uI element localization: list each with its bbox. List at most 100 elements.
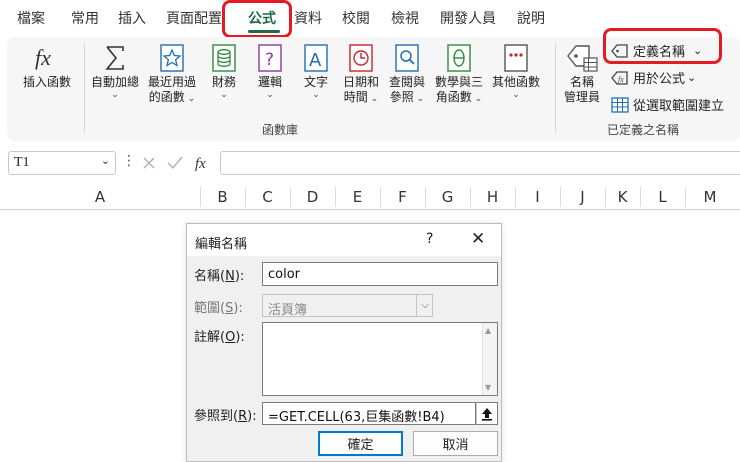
column-header-k[interactable]: K — [605, 184, 640, 210]
chevron-down-icon: ⌄ — [367, 94, 379, 104]
svg-text:?: ? — [265, 50, 274, 70]
use-in-formula-button[interactable]: fx 用於公式 ⌄ — [611, 68, 696, 87]
chevron-down-icon: ⌄ — [312, 90, 320, 100]
name-field-label: 名稱(N): — [194, 269, 245, 284]
chevron-down-icon: ⌄ — [184, 94, 196, 104]
dialog-title: 編輯名稱 — [195, 237, 248, 252]
comment-textarea[interactable]: ▲ ▼ — [262, 322, 498, 396]
lookup-reference-button[interactable]: 查閱與 參照 ⌄ — [385, 41, 429, 105]
svg-text:fx: fx — [618, 75, 624, 84]
highlight-box-define-name — [603, 28, 722, 64]
use-in-formula-label: 用於公式 — [633, 72, 686, 87]
help-icon[interactable]: ? — [426, 231, 433, 247]
dialog-titlebar[interactable]: 編輯名稱 ? ✕ — [187, 224, 501, 256]
formula-input[interactable] — [220, 151, 740, 175]
column-header-b[interactable]: B — [200, 184, 245, 210]
name-box-value: T1 — [14, 155, 30, 170]
theta-icon — [446, 41, 472, 75]
financial-button[interactable]: 財務 ⌄ — [205, 41, 243, 100]
chevron-down-icon: ⌄ — [413, 94, 425, 104]
tab-data[interactable]: 資料 — [294, 8, 322, 28]
create-from-selection-button[interactable]: 從選取範圍建立 — [611, 95, 724, 114]
date-time-label-2: 時間 ⌄ — [343, 90, 379, 104]
logical-button[interactable]: ? 邏輯 ⌄ — [251, 41, 289, 100]
math-trig-label-1: 數學與三 — [434, 75, 483, 89]
fx-tag-icon: fx — [611, 70, 628, 85]
chevron-down-icon[interactable]: ⌵ — [416, 295, 433, 316]
more-options-icon[interactable]: ⋮ — [122, 153, 136, 169]
column-header-a[interactable]: A — [0, 184, 200, 210]
column-header-h[interactable]: H — [470, 184, 515, 210]
check-icon[interactable] — [167, 156, 183, 170]
name-manager-label-1: 名稱 — [569, 75, 594, 89]
cancel-icon[interactable] — [142, 156, 156, 170]
refers-to-label: 參照到(R): — [194, 409, 257, 424]
column-header-j[interactable]: J — [560, 184, 605, 210]
more-functions-button[interactable]: 其他函數 ⌄ — [487, 41, 545, 100]
logical-label: 邏輯 — [257, 75, 282, 89]
tab-view[interactable]: 檢視 — [391, 8, 419, 28]
tab-review[interactable]: 校閱 — [342, 8, 370, 28]
highlight-box-formulas-tab — [222, 0, 292, 38]
tag-table-icon — [565, 41, 599, 75]
lookup-reference-label-1: 查閱與 — [388, 75, 425, 89]
sigma-icon — [100, 41, 130, 75]
tab-file[interactable]: 檔案 — [17, 8, 45, 28]
fx-icon: fx — [32, 41, 62, 75]
scroll-up-icon[interactable]: ▲ — [485, 326, 491, 335]
upload-arrow-icon — [482, 407, 492, 421]
star-icon — [159, 41, 185, 75]
function-library-group-label: 函數庫 — [262, 123, 299, 137]
column-header-e[interactable]: E — [335, 184, 380, 210]
column-header-g[interactable]: G — [425, 184, 470, 210]
clock-icon — [348, 41, 374, 75]
column-header-row: A B C D E F G H I J K L M — [0, 184, 740, 210]
column-header-f[interactable]: F — [380, 184, 425, 210]
close-icon[interactable]: ✕ — [471, 229, 485, 249]
tab-home[interactable]: 常用 — [71, 8, 99, 28]
question-icon: ? — [257, 41, 283, 75]
collapse-dialog-button[interactable] — [476, 402, 498, 425]
insert-function-button[interactable]: fx 插入函數 — [15, 41, 79, 90]
autosum-button[interactable]: 自動加總 ⌄ — [87, 41, 143, 100]
comment-scrollbar[interactable]: ▲ ▼ — [482, 323, 497, 395]
cancel-button[interactable]: 取消 — [413, 431, 498, 456]
text-functions-button[interactable]: A 文字 ⌄ — [297, 41, 335, 100]
name-field[interactable]: color — [262, 262, 498, 286]
chevron-down-icon: ⌄ — [471, 94, 483, 104]
recently-used-button[interactable]: 最近用過 的函數 ⌄ — [142, 41, 202, 105]
chevron-down-icon[interactable]: ⌄ — [101, 154, 110, 167]
autosum-label: 自動加總 — [90, 75, 139, 89]
column-header-m[interactable]: M — [685, 184, 735, 210]
chevron-down-icon: ⌄ — [266, 90, 274, 100]
table-grid-icon — [611, 96, 629, 113]
fx-icon[interactable]: fx — [194, 155, 212, 171]
column-header-l[interactable]: L — [640, 184, 685, 210]
tab-developer[interactable]: 開發人員 — [440, 8, 496, 28]
name-box[interactable]: T1 ⌄ — [8, 151, 116, 175]
tab-help[interactable]: 說明 — [517, 8, 545, 28]
refers-to-field[interactable]: =GET.CELL(63,巨集函數!B4) — [262, 402, 476, 425]
edit-name-dialog: 編輯名稱 ? ✕ 名稱(N): color 範圍(S): 活頁簿 ⌵ 註解(O)… — [186, 223, 502, 462]
svg-text:fx: fx — [35, 45, 51, 70]
tab-insert[interactable]: 插入 — [118, 8, 146, 28]
more-functions-label: 其他函數 — [491, 75, 540, 89]
ok-button[interactable]: 確定 — [318, 431, 403, 456]
scope-select[interactable]: 活頁簿 — [262, 294, 433, 317]
lookup-reference-label-2: 參照 ⌄ — [389, 90, 425, 104]
date-time-button[interactable]: 日期和 時間 ⌄ — [339, 41, 383, 105]
database-icon — [211, 41, 237, 75]
column-header-d[interactable]: D — [290, 184, 335, 210]
ribbon-separator — [84, 43, 85, 133]
tab-page-layout[interactable]: 頁面配置 — [166, 8, 222, 28]
scroll-down-icon[interactable]: ▼ — [485, 383, 491, 392]
insert-function-label: 插入函數 — [22, 75, 71, 89]
defined-names-group-label: 已定義之名稱 — [607, 123, 680, 137]
name-manager-button[interactable]: 名稱 管理員 — [559, 41, 605, 105]
financial-label: 財務 — [211, 75, 236, 89]
math-trig-label-2: 角函數 ⌄ — [435, 90, 483, 104]
math-trig-button[interactable]: 數學與三 角函數 ⌄ — [431, 41, 487, 105]
column-header-c[interactable]: C — [245, 184, 290, 210]
magnifier-icon — [394, 41, 420, 75]
column-header-i[interactable]: I — [515, 184, 560, 210]
